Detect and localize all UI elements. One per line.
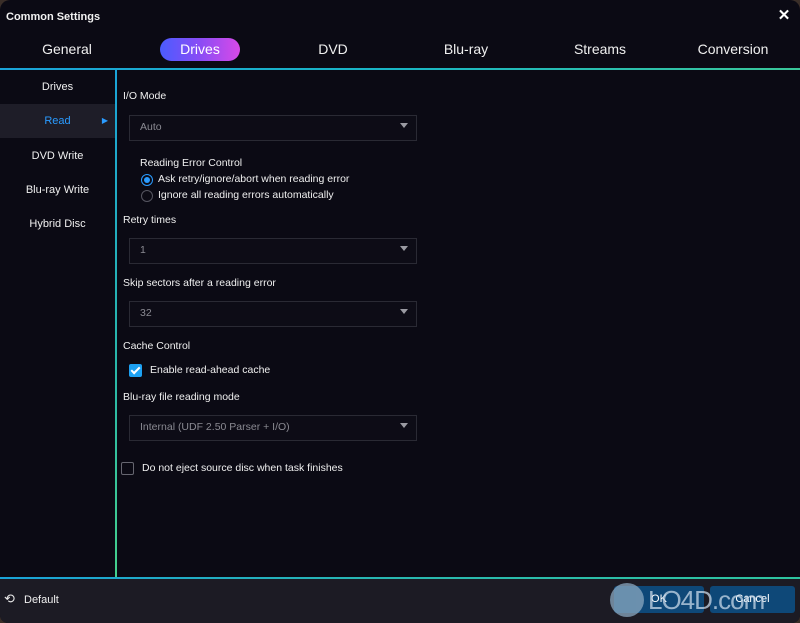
checkbox[interactable]	[121, 462, 134, 475]
bluray-reading-mode-select[interactable]: Internal (UDF 2.50 Parser + I/O)	[129, 415, 417, 441]
retry-times-value: 1	[140, 244, 146, 256]
chevron-down-icon	[400, 423, 408, 428]
radio-button[interactable]	[141, 190, 153, 202]
common-settings-dialog: Common Settings ✕ General Drives DVD Blu…	[0, 0, 800, 623]
io-mode-label: I/O Mode	[123, 90, 167, 102]
tab-conversion[interactable]: Conversion	[688, 38, 778, 61]
title-bar: Common Settings ✕	[0, 0, 800, 34]
chevron-down-icon	[400, 123, 408, 128]
tab-streams[interactable]: Streams	[555, 38, 645, 61]
enable-read-ahead-checkbox[interactable]: Enable read-ahead cache	[129, 363, 289, 379]
sidebar-item-label: Drives	[41, 81, 74, 93]
read-settings-panel: I/O Mode Auto Reading Error Control Ask …	[117, 70, 800, 577]
retry-times-label: Retry times	[123, 214, 177, 226]
radio-ask-retry[interactable]: Ask retry/ignore/abort when reading erro…	[141, 172, 381, 188]
bluray-reading-mode-label: Blu-ray file reading mode	[123, 391, 240, 403]
io-mode-select[interactable]: Auto	[129, 115, 417, 141]
settings-tabs: General Drives DVD Blu-ray Streams Conve…	[0, 36, 800, 66]
caret-right-icon: ▶	[101, 116, 108, 125]
sidebar-item-bluray-write[interactable]: Blu-ray Write	[0, 173, 115, 207]
chevron-down-icon	[400, 246, 408, 251]
skip-sectors-value: 32	[140, 307, 152, 319]
ok-button[interactable]: OK	[614, 586, 704, 613]
cancel-button[interactable]: Cancel	[710, 586, 795, 613]
radio-button[interactable]	[141, 174, 153, 186]
retry-times-select[interactable]: 1	[129, 238, 417, 264]
checkbox[interactable]	[129, 364, 142, 377]
skip-sectors-label: Skip sectors after a reading error	[123, 277, 276, 289]
sidebar: Drives Read ▶ DVD Write Blu-ray Write Hy…	[0, 70, 115, 577]
sidebar-item-label: DVD Write	[31, 150, 84, 162]
sidebar-item-drives[interactable]: Drives	[0, 70, 115, 104]
sidebar-item-dvd-write[interactable]: DVD Write	[0, 139, 115, 173]
dialog-title: Common Settings	[6, 11, 101, 23]
bluray-reading-mode-value: Internal (UDF 2.50 Parser + I/O)	[140, 421, 290, 433]
checkbox-label: Enable read-ahead cache	[150, 364, 271, 376]
default-label: Default	[24, 594, 59, 606]
chevron-down-icon	[400, 309, 408, 314]
close-icon[interactable]: ✕	[776, 8, 792, 24]
radio-label: Ask retry/ignore/abort when reading erro…	[158, 173, 350, 185]
io-mode-value: Auto	[140, 121, 162, 133]
sidebar-item-hybrid-disc[interactable]: Hybrid Disc	[0, 207, 115, 241]
sidebar-item-label: Read	[44, 115, 71, 127]
skip-sectors-select[interactable]: 32	[129, 301, 417, 327]
sidebar-item-label: Blu-ray Write	[25, 184, 90, 196]
checkbox-label: Do not eject source disc when task finis…	[142, 462, 343, 474]
reading-error-control-label: Reading Error Control	[140, 157, 243, 169]
tab-general[interactable]: General	[22, 38, 112, 61]
sidebar-item-read[interactable]: Read ▶	[0, 104, 115, 138]
sidebar-item-label: Hybrid Disc	[29, 218, 86, 230]
radio-ignore-all[interactable]: Ignore all reading errors automatically	[141, 188, 381, 204]
tab-bluray[interactable]: Blu-ray	[420, 38, 512, 61]
radio-label: Ignore all reading errors automatically	[158, 189, 334, 201]
no-eject-checkbox[interactable]: Do not eject source disc when task finis…	[121, 461, 361, 477]
reset-icon: ⟲	[4, 591, 15, 606]
tab-drives[interactable]: Drives	[160, 38, 240, 61]
tab-dvd[interactable]: DVD	[290, 38, 376, 61]
dialog-footer: ⟲ Default OK Cancel	[0, 579, 800, 623]
cache-control-label: Cache Control	[123, 340, 191, 352]
